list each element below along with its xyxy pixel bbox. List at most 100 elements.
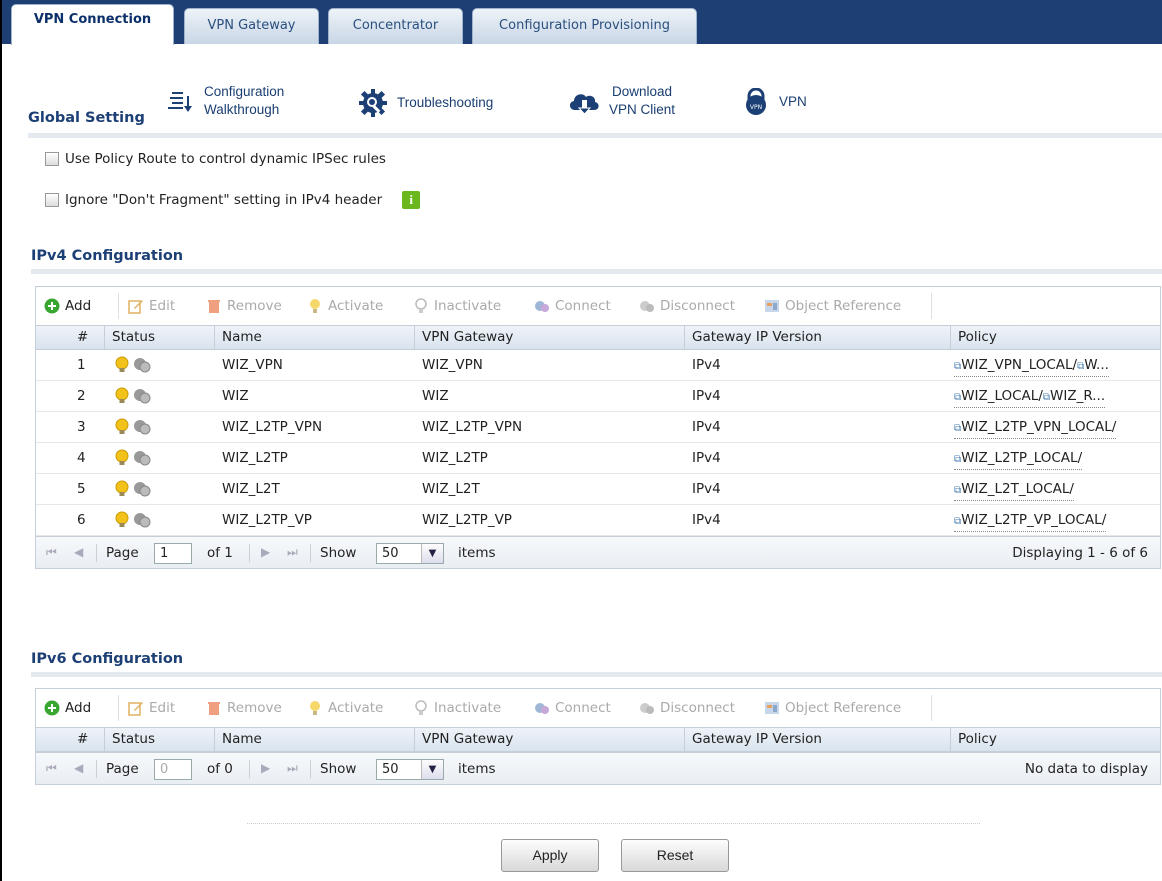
policy-link-icon: ⧉ — [1042, 392, 1051, 403]
prev-page-icon[interactable]: ◀ — [74, 545, 83, 559]
col-vpn-gateway[interactable]: VPN Gateway — [416, 326, 513, 349]
row-policy[interactable]: ⧉WIZ_VPN_LOCAL/⧉W... — [950, 350, 1160, 380]
table-row[interactable]: 4 WIZ_L2TP WIZ_L2TP IPv4 ⧉WIZ_L2TP_LOCAL/ — [36, 443, 1160, 474]
per-page-select[interactable]: 50 ▼ — [376, 543, 444, 564]
policy-value[interactable]: ⧉WIZ_L2TP_VPN_LOCAL/ — [954, 418, 1117, 439]
table-row[interactable]: 1 WIZ_VPN WIZ_VPN IPv4 ⧉WIZ_VPN_LOCAL/⧉W... — [36, 350, 1160, 381]
vpn-link[interactable]: VPN VPN — [743, 88, 807, 116]
prev-page-icon[interactable]: ◀ — [74, 761, 83, 775]
table-row[interactable]: 2 WIZ WIZ IPv4 ⧉WIZ_LOCAL/⧉WIZ_R... — [36, 381, 1160, 412]
next-page-icon[interactable]: ▶ — [261, 545, 270, 559]
disconnected-icon — [134, 358, 151, 373]
download-vpn-client-link[interactable]: Download VPN Client — [567, 83, 675, 119]
ipv4-remove-button[interactable]: Remove — [206, 294, 282, 318]
policy-local: WIZ_L2TP_VP_LOCAL/ — [961, 512, 1107, 528]
ipv4-activate-button[interactable]: Activate — [307, 294, 383, 318]
ipv6-inactivate-button[interactable]: Inactivate — [413, 696, 501, 720]
first-page-icon[interactable]: ⏮ — [46, 761, 57, 776]
next-page-icon[interactable]: ▶ — [261, 761, 270, 775]
info-icon[interactable]: i — [402, 191, 421, 209]
first-page-icon[interactable]: ⏮ — [46, 545, 57, 560]
col-gateway-ip-version[interactable]: Gateway IP Version — [686, 326, 822, 349]
row-vpn-gateway: WIZ_L2T — [422, 481, 480, 497]
table-row[interactable]: 6 WIZ_L2TP_VP WIZ_L2TP_VP IPv4 ⧉WIZ_L2TP_VP_… — [36, 505, 1160, 536]
ipv6-add-button[interactable]: Add — [44, 696, 91, 720]
disconnect-label: Disconnect — [660, 700, 735, 716]
last-page-icon[interactable]: ⏭ — [287, 761, 298, 776]
page-input[interactable]: 1 — [154, 543, 192, 564]
walkthrough-line2: Walkthrough — [204, 102, 280, 117]
ipv4-connect-button[interactable]: Connect — [534, 294, 611, 318]
last-page-icon[interactable]: ⏭ — [287, 545, 298, 560]
ipv6-connect-button[interactable]: Connect — [534, 696, 611, 720]
row-status — [108, 412, 151, 442]
policy-value[interactable]: ⧉WIZ_VPN_LOCAL/⧉W... — [954, 356, 1109, 377]
row-policy[interactable]: ⧉WIZ_L2TP_VPN_LOCAL/ — [950, 412, 1160, 442]
ipv4-inactivate-button[interactable]: Inactivate — [413, 294, 501, 318]
toolbar-separator — [931, 695, 932, 721]
connect-label: Connect — [555, 298, 611, 314]
tab-concentrator[interactable]: Concentrator — [328, 8, 463, 44]
tab-vpn-gateway[interactable]: VPN Gateway — [184, 8, 319, 44]
ipv6-remove-button[interactable]: Remove — [206, 696, 282, 720]
tab-vpn-connection[interactable]: VPN Connection — [11, 4, 174, 45]
ignore-df-checkbox[interactable] — [45, 193, 59, 207]
configuration-walkthrough-link[interactable]: Configuration Walkthrough — [168, 83, 284, 119]
reset-button[interactable]: Reset — [621, 839, 729, 872]
show-label: Show — [320, 761, 357, 777]
table-row[interactable]: 3 WIZ_L2TP_VPN WIZ_L2TP_VPN IPv4 ⧉WIZ_L2TP_V… — [36, 412, 1160, 443]
pager-separator — [310, 760, 311, 778]
troubleshooting-link[interactable]: Troubleshooting — [358, 88, 493, 118]
remove-label: Remove — [227, 298, 282, 314]
per-page-select[interactable]: 50 ▼ — [376, 759, 444, 780]
page-input[interactable]: 0 — [154, 759, 192, 780]
row-policy[interactable]: ⧉WIZ_L2T_LOCAL/ — [950, 474, 1160, 504]
table-row[interactable]: 5 WIZ_L2T WIZ_L2T IPv4 ⧉WIZ_L2T_LOCAL/ — [36, 474, 1160, 505]
col-policy[interactable]: Policy — [952, 728, 997, 751]
policy-route-checkbox[interactable] — [45, 152, 59, 166]
row-policy[interactable]: ⧉WIZ_LOCAL/⧉WIZ_R... — [950, 381, 1160, 411]
row-num: 1 — [77, 357, 86, 373]
col-name[interactable]: Name — [216, 326, 262, 349]
ipv6-section-title: IPv6 Configuration — [31, 651, 184, 667]
bulb-on-icon — [310, 299, 320, 313]
col-status[interactable]: Status — [106, 728, 155, 751]
ipv6-disconnect-button[interactable]: Disconnect — [639, 696, 735, 720]
apply-button[interactable]: Apply — [501, 839, 599, 872]
col-gateway-ip-version[interactable]: Gateway IP Version — [686, 728, 822, 751]
row-policy[interactable]: ⧉WIZ_L2TP_VP_LOCAL/ — [950, 505, 1160, 535]
policy-value[interactable]: ⧉WIZ_L2T_LOCAL/ — [954, 480, 1074, 501]
disconnected-icon — [134, 389, 151, 404]
activate-label: Activate — [328, 700, 384, 716]
ipv6-edit-button[interactable]: Edit — [128, 696, 175, 720]
ipv6-table-panel: Add Edit Remove Activate Inactivate Conn… — [35, 688, 1161, 785]
ipv4-disconnect-button[interactable]: Disconnect — [639, 294, 735, 318]
policy-value[interactable]: ⧉WIZ_L2TP_VP_LOCAL/ — [954, 511, 1107, 532]
ipv6-object-reference-button[interactable]: Object Reference — [764, 696, 901, 720]
ipv4-add-button[interactable]: Add — [44, 294, 91, 318]
disconnected-icon — [134, 420, 151, 435]
object-reference-icon — [765, 300, 779, 312]
col-policy[interactable]: Policy — [952, 326, 997, 349]
ipv6-activate-button[interactable]: Activate — [307, 696, 383, 720]
global-setting-divider — [28, 133, 1162, 138]
policy-value[interactable]: ⧉WIZ_LOCAL/⧉WIZ_R... — [954, 387, 1106, 408]
col-vpn-gateway[interactable]: VPN Gateway — [416, 728, 513, 751]
walkthrough-line1: Configuration — [204, 84, 285, 99]
policy-local: WIZ_L2T_LOCAL/ — [961, 481, 1074, 497]
row-policy[interactable]: ⧉WIZ_L2TP_LOCAL/ — [950, 443, 1160, 473]
cloud-download-icon — [569, 94, 599, 115]
trash-icon — [208, 300, 220, 313]
ipv4-table-panel: Add Edit Remove Activate Inactivate Conn… — [35, 286, 1161, 569]
col-status[interactable]: Status — [106, 326, 155, 349]
ipv4-edit-button[interactable]: Edit — [128, 294, 175, 318]
tab-configuration-provisioning[interactable]: Configuration Provisioning — [472, 8, 697, 44]
policy-value[interactable]: ⧉WIZ_L2TP_LOCAL/ — [954, 449, 1083, 470]
col-num[interactable]: # — [71, 728, 88, 751]
policy-local: WIZ_VPN_LOCAL/ — [961, 357, 1078, 373]
ipv4-object-reference-button[interactable]: Object Reference — [764, 294, 901, 318]
ipv4-table-header: # Status Name VPN Gateway Gateway IP Ver… — [36, 325, 1160, 350]
col-name[interactable]: Name — [216, 728, 262, 751]
col-num[interactable]: # — [71, 326, 88, 349]
tab-bar: VPN Connection VPN Gateway Concentrator … — [2, 0, 1162, 45]
